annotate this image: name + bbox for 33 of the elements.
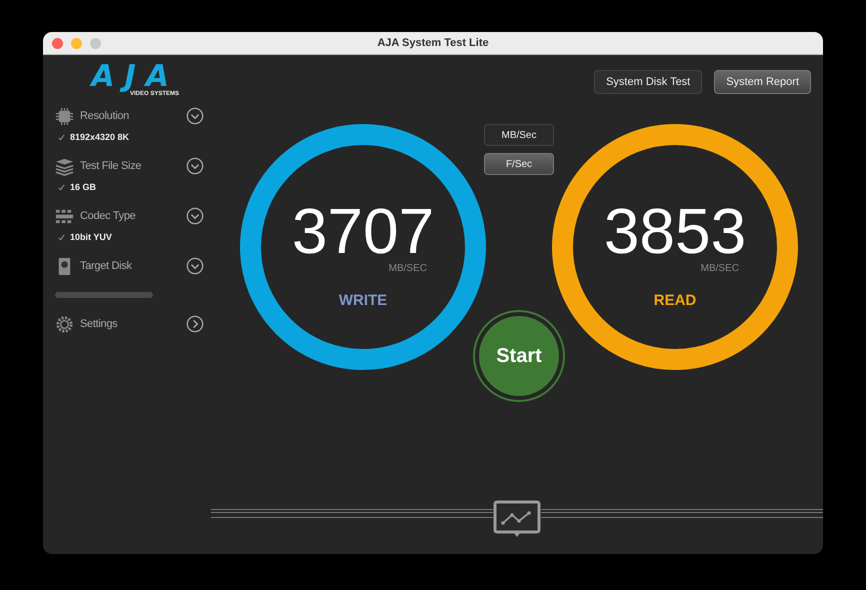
- chevron-down-icon[interactable]: [186, 207, 204, 225]
- layers-icon: [55, 156, 74, 176]
- start-button[interactable]: Start: [479, 316, 559, 396]
- sidebar-label: Codec Type: [80, 210, 137, 222]
- sidebar-value: 10bit YUV: [70, 232, 112, 242]
- gauge-label: WRITE: [338, 292, 388, 309]
- gauge-label: READ: [654, 292, 696, 309]
- unit-toggle[interactable]: F/Sec: [484, 153, 554, 175]
- sidebar-value: 8192x4320 8K: [70, 132, 130, 142]
- check-icon: [58, 184, 65, 190]
- sidebar-label: Target Disk: [80, 260, 133, 272]
- sidebar-label: Resolution: [80, 110, 130, 122]
- sidebar-label: Test File Size: [80, 160, 142, 172]
- unit-toggle[interactable]: MB/Sec: [484, 124, 554, 146]
- gauge-value: 3707: [292, 199, 434, 263]
- gauge-unit: MB/SEC: [700, 263, 739, 274]
- toolbar-button[interactable]: System Disk Test: [594, 70, 702, 94]
- logo: AJA: [91, 63, 179, 91]
- toolbar-button[interactable]: System Report: [714, 70, 811, 94]
- chevron-down-icon[interactable]: [186, 257, 204, 275]
- gauge-unit: MB/SEC: [388, 263, 427, 274]
- chevron-down-icon[interactable]: [186, 157, 204, 175]
- check-icon: [58, 234, 65, 240]
- window-title: AJA System Test Lite: [377, 37, 489, 49]
- chip-icon: [55, 106, 74, 126]
- settings-icon: [55, 314, 74, 334]
- chevron-right-icon[interactable]: [186, 315, 204, 333]
- gauge-value: 3853: [604, 199, 746, 263]
- check-icon: [58, 134, 65, 140]
- sidebar-value: 16 GB: [70, 182, 96, 192]
- sidebar-label: Settings: [80, 318, 118, 330]
- close-button[interactable]: [52, 38, 63, 49]
- chevron-down-icon[interactable]: [186, 107, 204, 125]
